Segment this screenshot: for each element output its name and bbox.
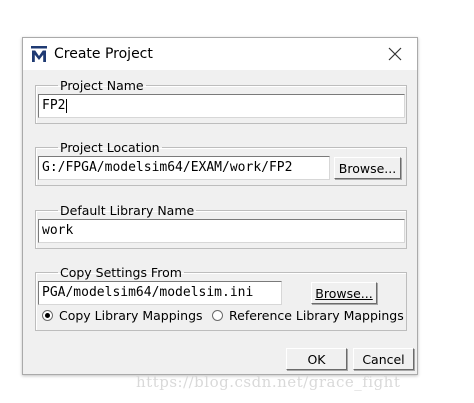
modelsim-m-icon: [31, 46, 47, 62]
dialog-title: Create Project: [54, 46, 153, 62]
copy-library-mappings-label: Copy Library Mappings: [59, 308, 203, 323]
project-name-value: FP2: [42, 98, 66, 113]
default-library-legend: Default Library Name: [60, 203, 195, 218]
project-name-input[interactable]: FP2: [38, 94, 405, 118]
project-name-legend: Project Name: [60, 78, 144, 93]
project-location-legend: Project Location: [60, 140, 160, 155]
radio-unselected-icon[interactable]: [212, 310, 223, 321]
create-project-dialog: Create Project Project Name FP2 Project …: [22, 37, 418, 375]
copy-settings-browse-button[interactable]: Browse...: [311, 282, 377, 304]
project-location-input[interactable]: G:/FPGA/modelsim64/EXAM/work/FP2: [38, 156, 330, 180]
reference-library-mappings-option[interactable]: Reference Library Mappings: [212, 308, 404, 323]
close-button[interactable]: [375, 38, 415, 70]
title-bar[interactable]: Create Project: [23, 38, 417, 70]
copy-settings-browse-label: Browse...: [315, 285, 373, 301]
copy-settings-legend: Copy Settings From: [60, 265, 182, 280]
reference-library-mappings-label: Reference Library Mappings: [229, 308, 404, 323]
close-icon: [388, 47, 402, 61]
ok-button[interactable]: OK: [286, 348, 347, 370]
default-library-input[interactable]: work: [38, 219, 405, 243]
watermark-url: https://blog.csdn.net/grace_fight: [136, 373, 401, 391]
copy-settings-input[interactable]: PGA/modelsim64/modelsim.ini: [38, 281, 282, 305]
copy-library-mappings-option[interactable]: Copy Library Mappings: [42, 308, 203, 323]
cancel-button[interactable]: Cancel: [353, 348, 414, 370]
text-caret: [66, 98, 68, 113]
project-location-browse-button[interactable]: Browse...: [334, 157, 401, 179]
radio-selected-icon[interactable]: [42, 310, 53, 321]
